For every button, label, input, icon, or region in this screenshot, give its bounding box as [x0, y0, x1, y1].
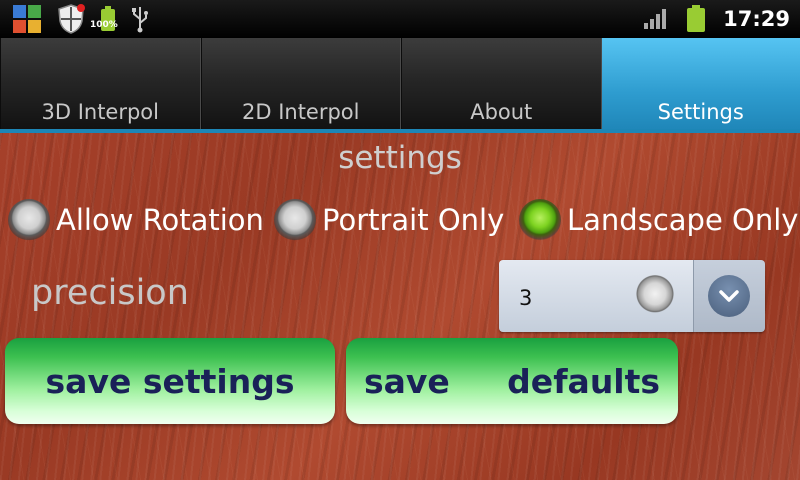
- radio-button-icon: [633, 274, 677, 318]
- clock-text: 17:29: [723, 7, 790, 31]
- spinner-value: 3: [519, 286, 533, 310]
- precision-spinner[interactable]: 3: [499, 260, 765, 332]
- tab-3d-interpol[interactable]: 3D Interpol: [0, 38, 201, 130]
- status-bar: 100% 17:29: [0, 0, 800, 38]
- tab-label: About: [470, 100, 533, 124]
- battery-icon: [687, 5, 706, 32]
- radio-label: Landscape Only: [567, 203, 799, 237]
- spinner-selected-item[interactable]: 3: [499, 260, 694, 332]
- radio-button-icon[interactable]: [8, 199, 50, 241]
- tab-label: 2D Interpol: [241, 100, 360, 124]
- tab-2d-interpol[interactable]: 2D Interpol: [200, 38, 401, 130]
- radio-button-icon[interactable]: [274, 199, 316, 241]
- tab-label: 3D Interpol: [41, 100, 159, 124]
- tab-label: Settings: [657, 100, 744, 124]
- battery-percent-text: 100%: [90, 20, 118, 30]
- usb-icon: [132, 7, 148, 33]
- radio-label: Allow Rotation: [56, 203, 264, 237]
- button-label: save defaults: [363, 361, 661, 401]
- signal-icon: [644, 9, 667, 29]
- save-defaults-button[interactable]: save defaults: [346, 338, 678, 424]
- page-title: settings: [338, 140, 462, 176]
- spinner-dropdown-button[interactable]: [693, 260, 765, 332]
- radio-portrait-only[interactable]: Portrait Only: [274, 199, 504, 241]
- button-label: save settings: [45, 361, 295, 401]
- save-settings-button[interactable]: save settings: [5, 338, 335, 424]
- radio-allow-rotation[interactable]: Allow Rotation: [8, 199, 264, 241]
- chevron-down-icon: [708, 275, 751, 317]
- tab-bar: 3D Interpol 2D Interpol About Settings: [0, 38, 800, 130]
- settings-panel: settings Allow Rotation Portrait Only La…: [0, 133, 800, 480]
- radio-button-checked-icon[interactable]: [519, 199, 561, 241]
- radio-label: Portrait Only: [322, 203, 505, 237]
- app-launcher-icon: [13, 5, 41, 33]
- shield-icon: [58, 4, 85, 34]
- radio-landscape-only[interactable]: Landscape Only: [519, 199, 798, 241]
- tab-about[interactable]: About: [401, 38, 602, 130]
- tab-settings[interactable]: Settings: [601, 38, 800, 130]
- precision-label: precision: [31, 273, 189, 313]
